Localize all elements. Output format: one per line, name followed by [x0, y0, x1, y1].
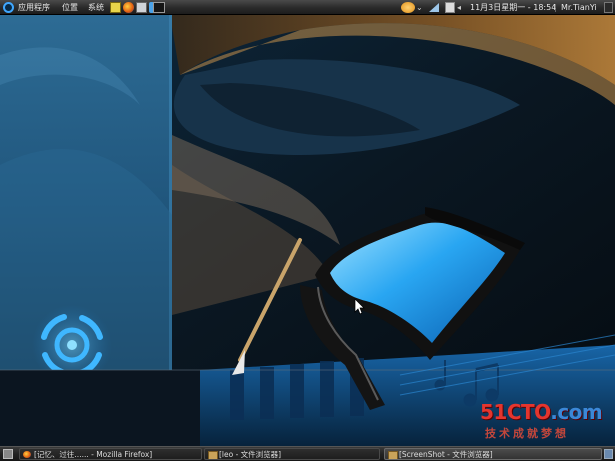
watermark-logo: 51CTO.com — [480, 400, 603, 424]
menu-applications[interactable]: 应用程序 — [18, 0, 50, 15]
workspace-switcher-icon[interactable] — [604, 449, 613, 459]
taskbar-item-file-browser-screenshot[interactable]: [ScreenShot - 文件浏览器] — [384, 448, 602, 460]
clock[interactable]: 11月3日星期一 - 18:54 — [470, 0, 556, 15]
menu-places[interactable]: 位置 — [62, 0, 78, 15]
firefox-launcher-icon[interactable] — [123, 2, 134, 13]
notes-launcher-icon[interactable] — [110, 2, 121, 13]
watermark: 51CTO.com 技术成就梦想 — [480, 400, 610, 440]
folder-icon — [208, 451, 218, 459]
firefox-icon — [23, 451, 31, 458]
ubuntu-logo-icon[interactable] — [3, 2, 14, 13]
network-icon[interactable] — [428, 2, 440, 13]
taskbar-item-firefox[interactable]: [记忆、过往...... - Mozilla Firefox] — [19, 448, 202, 460]
bottom-panel: [记忆、过往...... - Mozilla Firefox] [leo - 文… — [0, 446, 615, 461]
watermark-subtitle: 技术成就梦想 — [485, 427, 569, 440]
show-desktop-icon[interactable] — [3, 449, 13, 459]
wallpaper-art — [0, 15, 615, 446]
taskbar-item-file-browser-leo[interactable]: [leo - 文件浏览器] — [204, 448, 380, 460]
power-icon[interactable] — [604, 2, 613, 13]
mail-launcher-icon[interactable] — [136, 2, 147, 13]
user-name[interactable]: Mr.TianYi — [561, 0, 597, 15]
battery-icon[interactable] — [445, 2, 455, 13]
panel-separator: | — [554, 3, 557, 12]
terminal-launcher-icon[interactable] — [153, 2, 165, 13]
chevron-down-icon[interactable]: ⌄ — [416, 0, 423, 15]
volume-icon[interactable]: ◂ — [457, 0, 461, 15]
folder-icon — [388, 451, 398, 459]
update-notifier-icon[interactable] — [401, 2, 415, 13]
desktop-wallpaper[interactable] — [0, 15, 615, 446]
menu-system[interactable]: 系统 — [88, 0, 104, 15]
top-panel: 应用程序 位置 系统 ⌄ ◂ 11月3日星期一 - 18:54 | Mr.Tia… — [0, 0, 615, 15]
